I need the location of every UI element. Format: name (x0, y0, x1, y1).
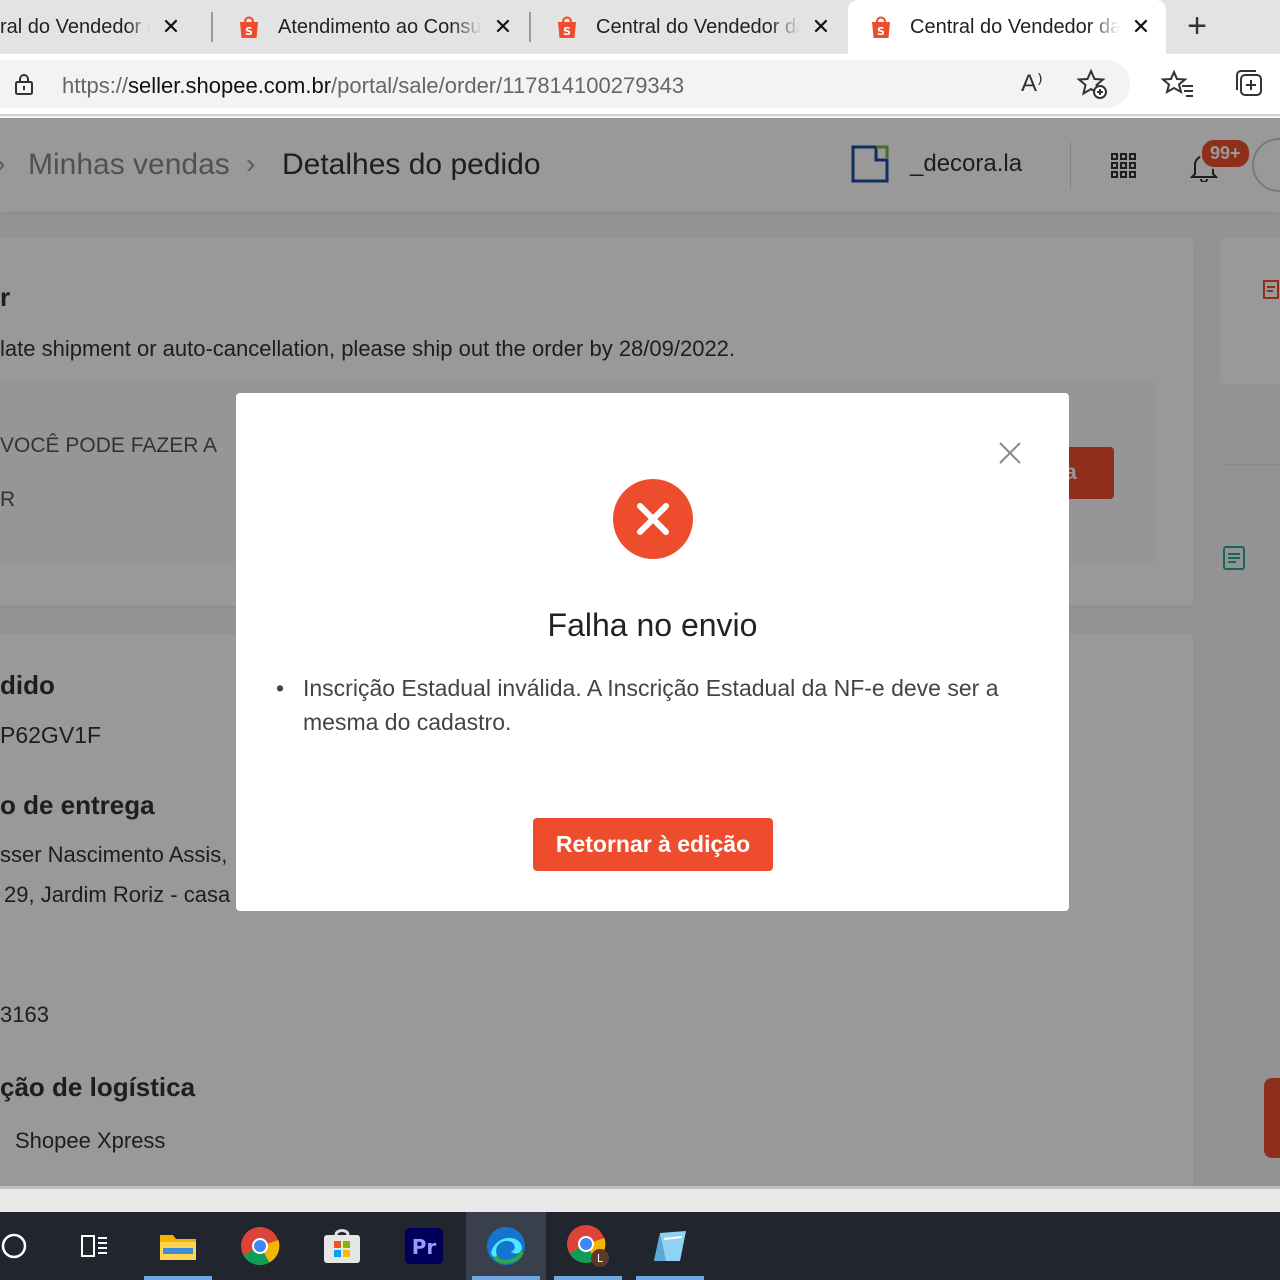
return-to-edit-button[interactable]: Retornar à edição (533, 818, 773, 871)
error-message: Inscrição Estadual inválida. A Inscrição… (303, 675, 999, 735)
tab-close-icon[interactable]: ✕ (160, 16, 182, 38)
svg-text:Pr: Pr (412, 1235, 437, 1259)
shopee-favicon-icon: S (872, 16, 890, 38)
list-bullet: • (276, 675, 285, 701)
premiere-pro-icon[interactable]: Pr (384, 1212, 464, 1280)
active-indicator (472, 1276, 540, 1280)
active-indicator (144, 1276, 212, 1280)
chrome-icon[interactable] (220, 1212, 300, 1280)
search-icon[interactable] (0, 1212, 54, 1280)
error-icon (613, 479, 693, 559)
new-tab-button[interactable]: + (1178, 8, 1216, 46)
svg-text:S: S (245, 25, 253, 38)
address-bar[interactable]: https://seller.shopee.com.br/portal/sale… (0, 60, 1130, 108)
favorites-icon[interactable] (1160, 66, 1196, 102)
browser-bottom-edge (0, 1186, 1280, 1212)
close-icon[interactable] (996, 439, 1024, 467)
browser-tab-strip: ral do Vendedor da ✕ S Atendimento ao Co… (0, 0, 1280, 54)
tab-title: Atendimento ao Consumidor (278, 15, 482, 38)
add-favorite-icon[interactable] (1074, 66, 1110, 102)
shopee-favicon-icon: S (240, 16, 258, 38)
shopee-favicon-icon: S (558, 16, 576, 38)
windows-taskbar: Pr L (0, 1212, 1280, 1280)
read-aloud-button[interactable]: A⁾ (1014, 66, 1050, 102)
url-scheme: https:// (62, 73, 129, 98)
active-indicator (554, 1276, 622, 1280)
url-text: https://seller.shopee.com.br/portal/sale… (62, 73, 684, 99)
notes-app-icon[interactable] (630, 1212, 710, 1280)
url-path: /portal/sale/order/117814100279343 (331, 73, 685, 98)
browser-tab-active[interactable]: S Central do Vendedor da ✕ (848, 0, 1166, 54)
browser-tab[interactable]: S Atendimento ao Consumidor ✕ (216, 0, 528, 54)
browser-tab[interactable]: S Central do Vendedor da ✕ (534, 0, 846, 54)
lock-icon[interactable] (12, 72, 36, 96)
chrome-profile-icon[interactable]: L (548, 1212, 628, 1280)
active-indicator (636, 1276, 704, 1280)
url-host: seller.shopee.com.br (128, 73, 332, 98)
edge-icon[interactable] (466, 1212, 546, 1280)
tab-title: Central do Vendedor da (596, 15, 800, 38)
dialog-title: Falha no envio (547, 607, 758, 643)
tab-title: ral do Vendedor da (0, 15, 150, 38)
svg-text:L: L (597, 1252, 604, 1265)
tab-divider (529, 12, 531, 42)
tab-divider (211, 12, 213, 42)
svg-text:S: S (563, 25, 571, 38)
collections-icon[interactable] (1232, 66, 1268, 102)
tab-close-icon[interactable]: ✕ (492, 16, 514, 38)
tab-close-icon[interactable]: ✕ (1130, 16, 1152, 38)
browser-tab[interactable]: ral do Vendedor da ✕ (0, 0, 196, 54)
submission-failed-dialog: Falha no envio • Inscrição Estadual invá… (236, 393, 1069, 911)
tab-title: Central do Vendedor da (910, 15, 1120, 38)
address-bar-row: https://seller.shopee.com.br/portal/sale… (0, 54, 1280, 116)
svg-text:S: S (877, 25, 885, 38)
tab-close-icon[interactable]: ✕ (810, 16, 832, 38)
task-view-icon[interactable] (54, 1212, 134, 1280)
file-explorer-icon[interactable] (138, 1212, 218, 1280)
microsoft-store-icon[interactable] (302, 1212, 382, 1280)
